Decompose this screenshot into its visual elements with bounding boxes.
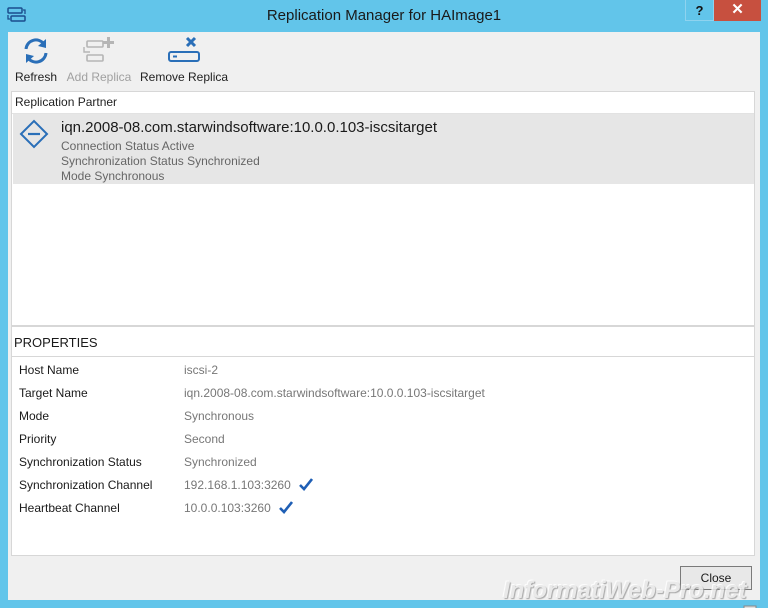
property-value: Second xyxy=(184,432,225,446)
property-value: 192.168.1.103:3260 xyxy=(184,478,291,492)
window-close-button[interactable]: ✕ xyxy=(714,0,761,21)
partner-iqn: iqn.2008-08.com.starwindsoftware:10.0.0.… xyxy=(61,119,438,136)
properties-panel: PROPERTIES Host Name iscsi-2 Target Name… xyxy=(11,326,755,556)
remove-replica-button[interactable]: Remove Replica xyxy=(140,36,228,86)
refresh-button[interactable]: Refresh xyxy=(14,36,58,86)
remove-replica-label: Remove Replica xyxy=(140,70,229,84)
partner-mode: Mode Synchronous xyxy=(61,169,165,183)
property-label: Host Name xyxy=(19,363,80,377)
property-row-sync-status: Synchronization Status Synchronized xyxy=(12,453,754,473)
help-button[interactable]: ? xyxy=(685,0,714,21)
watermark: InformatiWeb-Pro.net xyxy=(503,577,757,608)
window-title: Replication Manager for HAImage1 xyxy=(266,7,502,24)
property-label: Synchronization Channel xyxy=(19,478,153,492)
watermark-text: InformatiWeb-Pro.net xyxy=(503,577,747,604)
title-bar[interactable]: Replication Manager for HAImage1 ? ✕ xyxy=(0,0,768,32)
checkmark-icon xyxy=(299,478,314,491)
checkmark-icon xyxy=(279,501,294,514)
replication-partner-header: Replication Partner xyxy=(12,92,754,114)
properties-header: PROPERTIES xyxy=(12,327,754,357)
replication-partner-icon xyxy=(19,119,49,149)
property-label: Heartbeat Channel xyxy=(19,501,120,515)
toolbar: Refresh Add Replica Remove Replica xyxy=(8,32,760,88)
property-row-mode: Mode Synchronous xyxy=(12,407,754,427)
property-value-with-check: 192.168.1.103:3260 xyxy=(184,478,314,492)
property-value: Synchronous xyxy=(184,409,255,423)
property-value: 10.0.0.103:3260 xyxy=(184,501,271,515)
property-value: iscsi-2 xyxy=(184,363,219,377)
add-replica-icon xyxy=(83,37,114,62)
property-value: iqn.2008-08.com.starwindsoftware:10.0.0.… xyxy=(184,386,485,400)
property-row-target-name: Target Name iqn.2008-08.com.starwindsoft… xyxy=(12,384,754,404)
property-row-priority: Priority Second xyxy=(12,430,754,450)
client-area: Refresh Add Replica Remove Replica Repli… xyxy=(8,32,760,608)
property-row-heartbeat-channel: Heartbeat Channel 10.0.0.103:3260 xyxy=(12,499,754,519)
partner-sync-status: Synchronization Status Synchronized xyxy=(61,154,260,168)
replication-partner-item[interactable]: iqn.2008-08.com.starwindsoftware:10.0.0.… xyxy=(13,114,754,184)
replication-manager-window: Replication Manager for HAImage1 ? ✕ Ref… xyxy=(0,0,768,608)
property-label: Priority xyxy=(19,432,57,446)
property-row-host-name: Host Name iscsi-2 xyxy=(12,361,754,381)
remove-replica-icon xyxy=(168,36,200,62)
property-label: Mode xyxy=(19,409,50,423)
property-value: Synchronized xyxy=(184,455,257,469)
property-row-sync-channel: Synchronization Channel 192.168.1.103:32… xyxy=(12,476,754,496)
property-label: Target Name xyxy=(19,386,88,400)
replication-partner-panel: Replication Partner iqn.2008-08.com.star… xyxy=(11,91,755,326)
add-replica-label: Add Replica xyxy=(66,70,132,84)
partner-connection-status: Connection Status Active xyxy=(61,139,195,153)
refresh-label: Refresh xyxy=(14,70,58,84)
property-label: Synchronization Status xyxy=(19,455,142,469)
add-replica-button[interactable]: Add Replica xyxy=(66,36,132,86)
refresh-icon xyxy=(24,38,48,64)
property-value-with-check: 10.0.0.103:3260 xyxy=(184,501,294,515)
